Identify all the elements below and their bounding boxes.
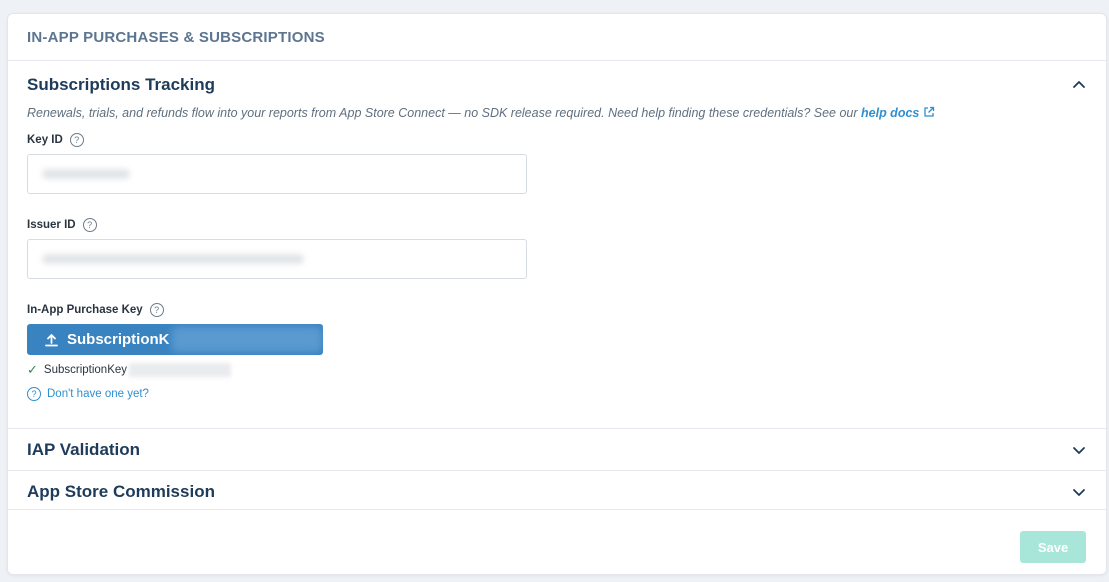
issuer-id-field[interactable] [27,239,527,279]
chevron-down-icon[interactable] [1071,484,1087,500]
check-icon: ✓ [27,362,38,377]
help-docs-link[interactable]: help docs [861,106,919,120]
upload-key-button-label: SubscriptionK [67,331,170,348]
card-header: IN-APP PURCHASES & SUBSCRIPTIONS [8,14,1106,61]
uploaded-file-row: ✓ SubscriptionKey [8,361,1106,379]
subscriptions-tracking-title: Subscriptions Tracking [27,75,215,94]
app-store-commission-title: App Store Commission [27,481,215,501]
button-label-redacted [172,327,322,352]
uploaded-file-name: SubscriptionKey [43,364,128,376]
external-link-icon[interactable] [923,106,935,118]
help-circle-icon[interactable]: ? [82,218,97,232]
key-id-label-text: Key ID [27,134,63,146]
chevron-down-icon[interactable] [1071,442,1087,458]
iap-key-label: In-App Purchase Key ? [8,301,1106,319]
issuer-id-value-redacted [42,254,304,264]
card-footer: Save [8,509,1106,574]
issuer-id-label-text: Issuer ID [27,219,76,231]
upload-key-button[interactable]: SubscriptionK [27,324,323,355]
iap-validation-title: IAP Validation [27,439,141,459]
dont-have-key-row[interactable]: ? Don't have one yet? [8,385,1106,403]
help-circle-icon[interactable]: ? [149,303,164,317]
help-circle-icon[interactable]: ? [69,133,84,147]
description-text: Renewals, trials, and refunds flow into … [27,106,862,120]
key-id-value-redacted [42,169,130,179]
issuer-id-label: Issuer ID ? [8,216,1106,234]
iap-key-label-text: In-App Purchase Key [27,304,143,316]
app-store-commission-header[interactable]: App Store Commission [8,471,1106,512]
help-circle-icon: ? [27,387,41,401]
dont-have-key-link[interactable]: Don't have one yet? [47,388,149,400]
subscriptions-description: Renewals, trials, and refunds flow into … [8,103,1106,123]
file-name-redacted [129,363,232,377]
chevron-up-icon[interactable] [1071,77,1087,93]
iap-settings-card: IN-APP PURCHASES & SUBSCRIPTIONS Subscri… [7,13,1107,575]
subscriptions-tracking-header[interactable]: Subscriptions Tracking [8,61,1106,109]
iap-validation-header[interactable]: IAP Validation [8,429,1106,470]
upload-icon [45,333,58,346]
card-title: IN-APP PURCHASES & SUBSCRIPTIONS [27,28,325,46]
key-id-label: Key ID ? [8,131,1106,149]
key-id-field[interactable] [27,154,527,194]
save-button[interactable]: Save [1020,531,1086,563]
